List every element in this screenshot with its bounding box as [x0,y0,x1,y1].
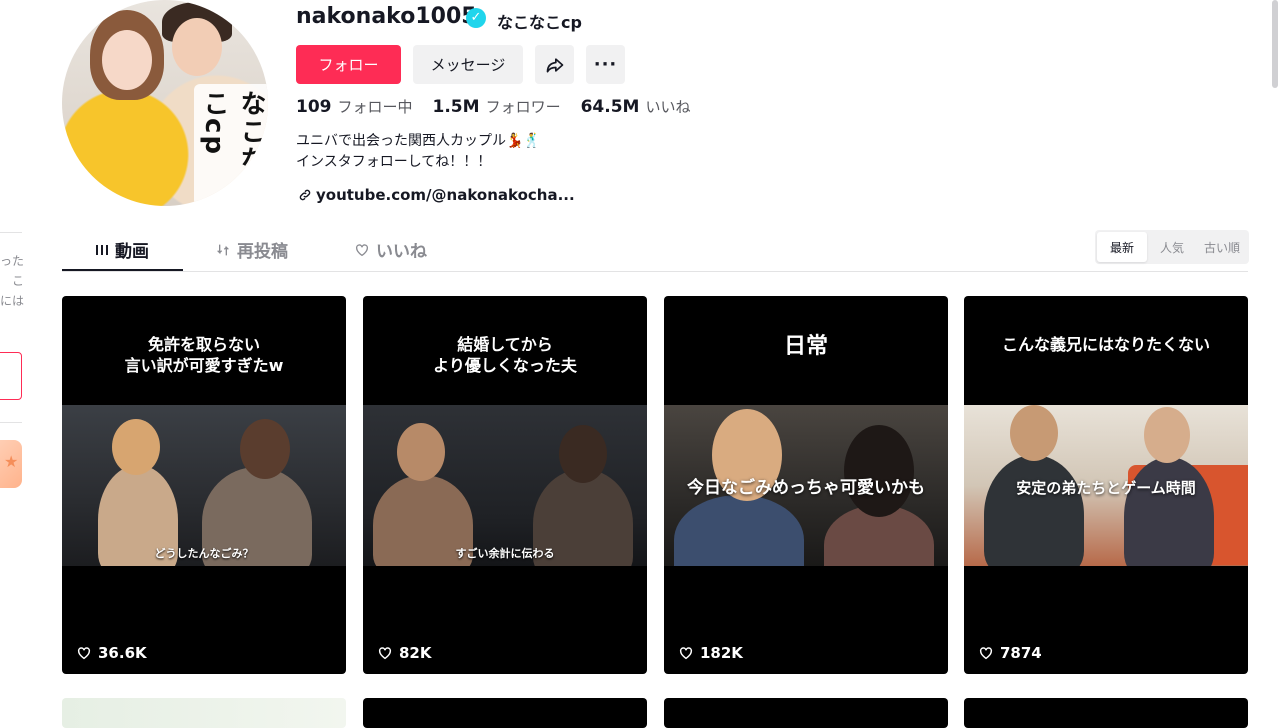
message-button[interactable]: メッセージ [413,45,523,84]
thumbnail-head [240,419,290,479]
tab-videos[interactable]: 動画 [95,237,149,262]
thumbnail-head [844,425,914,517]
share-button[interactable] [535,45,574,84]
thumbnail-person [674,495,804,566]
video-likes: 182K [678,644,743,662]
avatar-person-face [172,18,222,76]
profile-tabs: 動画 再投稿 いいね [62,229,1248,272]
page-scrollbar[interactable] [1272,0,1278,88]
video-card[interactable]: 日常 今日なごみめっちゃ可愛いかも 182K [664,296,948,674]
stat-following[interactable]: 109 フォロー中 [296,96,413,117]
thumbnail-head [397,423,445,481]
video-caption: すごい余計に伝わる [455,547,555,560]
video-title: 免許を取らない 言い訳が可愛すぎたw [124,335,284,375]
stat-label: フォロー中 [337,98,413,116]
like-count: 182K [700,644,743,662]
profile-link-text: youtube.com/@nakonakocha... [316,186,575,204]
like-count: 82K [399,644,432,662]
stat-label: フォロワー [485,98,561,116]
video-overlay-text: 今日なごみめっちゃ可愛いかも [687,478,925,498]
profile-stats: 109 フォロー中 1.5M フォロワー 64.5M いいね [296,96,710,117]
tab-label: 動画 [115,242,149,262]
like-count: 36.6K [98,644,147,662]
video-overlay-text: 安定の弟たちとゲーム時間 [1016,479,1196,497]
video-caption: どうしたんなごみ？ [154,547,254,560]
thumbnail-head [1010,405,1058,461]
heart-icon [979,647,993,660]
sidebar-text-fragment: った [0,254,24,268]
active-tab-indicator [62,269,183,271]
video-card[interactable]: 結婚してから より優しくなった夫 すごい余計に伝わる 82K [363,296,647,674]
heart-icon [378,647,392,660]
stat-likes: 64.5M いいね [581,96,691,117]
stat-value: 1.5M [432,97,480,117]
left-sidebar: った こ には [0,0,24,720]
video-title: 結婚してから より優しくなった夫 [433,335,577,375]
share-icon [546,57,563,72]
heart-icon [679,647,693,660]
video-thumbnail: 今日なごみめっちゃ可愛いかも [664,405,948,566]
video-thumbnail: すごい余計に伝わる [363,405,647,566]
avatar-person-face [102,30,152,90]
heart-icon [77,647,91,660]
sort-option-popular[interactable]: 人気 [1147,232,1197,262]
repost-icon [217,244,229,255]
grid-icon [96,244,108,255]
tab-reposts[interactable]: 再投稿 [215,237,288,262]
video-title: 日常 [783,334,828,359]
video-card[interactable] [363,698,647,728]
tab-label: 再投稿 [237,242,288,262]
thumbnail-head [559,425,607,483]
video-likes: 7874 [978,644,1042,662]
profile-link[interactable]: youtube.com/@nakonakocha... [298,186,575,204]
sort-option-latest[interactable]: 最新 [1097,232,1147,262]
video-likes: 36.6K [76,644,147,662]
sort-toggle: 最新 人気 古い順 [1095,230,1249,264]
sidebar-promo-card[interactable] [0,440,22,488]
bio-line: ユニバで出会った関西人カップル💃🕺 [296,133,541,149]
bio-line: インスタフォローしてね！！！ [296,154,492,170]
video-card[interactable] [664,698,948,728]
profile-nickname: なこなこcp [497,13,582,32]
tab-label: いいね [376,242,427,262]
avatar-handwritten-text: なこなこcp [194,84,268,206]
follow-button[interactable]: フォロー [296,45,401,84]
video-title: こんな義兄にはなりたくない [1001,335,1210,354]
video-card[interactable]: こんな義兄にはなりたくない 安定の弟たちとゲーム時間 7874 [964,296,1248,674]
sort-option-oldest[interactable]: 古い順 [1197,232,1247,262]
video-thumbnail: 安定の弟たちとゲーム時間 [964,405,1248,566]
profile-avatar[interactable]: なこなこcp [62,0,268,206]
thumbnail-person [1124,457,1214,566]
thumbnail-person [984,455,1084,566]
thumbnail-head [112,419,160,475]
video-card[interactable]: 免許を取らない 言い訳が可愛すぎたw どうしたんなごみ？ 36.6K [62,296,346,674]
sidebar-login-button[interactable] [0,352,22,400]
video-card[interactable] [62,698,346,728]
video-thumbnail: どうしたんなごみ？ [62,405,346,566]
liked-icon [356,243,368,256]
like-count: 7874 [1000,644,1042,662]
sidebar-divider [0,232,22,233]
video-card[interactable] [964,698,1248,728]
stat-followers[interactable]: 1.5M フォロワー [433,96,561,117]
link-icon [299,189,311,201]
sidebar-text-fragment: には [0,294,24,308]
sidebar-divider [0,422,22,423]
stat-value: 109 [296,97,332,117]
sidebar-text-fragment: こ [11,274,24,288]
profile-bio: ユニバで出会った関西人カップル💃🕺 インスタフォローしてね！！！ [296,131,541,173]
profile-username: nakonako1005 [296,4,477,29]
tab-liked[interactable]: いいね [354,237,427,262]
stat-value: 64.5M [580,97,640,117]
verified-badge-icon: ✓ [466,8,486,28]
more-options-button[interactable]: ··· [586,45,625,84]
stat-label: いいね [645,98,691,116]
thumbnail-head [1144,407,1190,463]
video-likes: 82K [377,644,432,662]
